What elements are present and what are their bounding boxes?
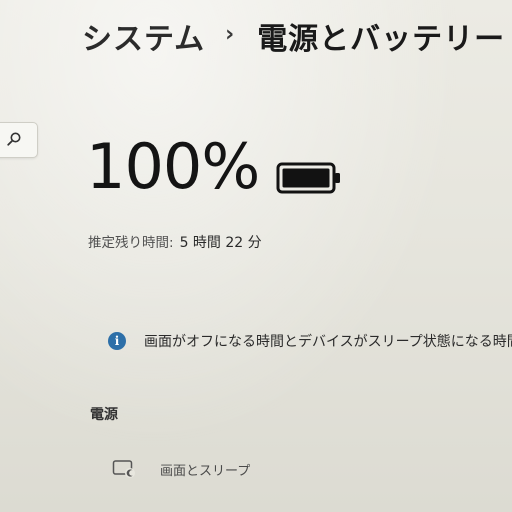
remaining-value: 5 時間 22 分 (179, 235, 262, 251)
screen-and-sleep-setting[interactable]: 画面とスリープ (112, 459, 250, 479)
battery-charge-fill (282, 168, 330, 188)
search-icon (7, 132, 21, 146)
setting-label: 画面とスリープ (160, 463, 251, 479)
info-icon: i (108, 332, 126, 350)
estimated-time-remaining: 推定残り時間: 5 時間 22 分 (88, 231, 262, 252)
info-text: 画面がオフになる時間とデバイスがスリープ状態になる時間 (144, 334, 512, 350)
breadcrumb: システム › 電源とバッテリー (82, 14, 505, 58)
screen-sleep-icon (112, 460, 135, 478)
page-title: 電源とバッテリー (257, 22, 506, 57)
chevron-right-icon: › (225, 21, 236, 47)
screen-sleep-info-banner[interactable]: i 画面がオフになる時間とデバイスがスリープ状態になる時間 (108, 331, 512, 351)
breadcrumb-system-link[interactable]: システム (82, 14, 205, 58)
battery-full-icon (276, 162, 340, 194)
search-input[interactable] (0, 122, 38, 158)
power-section-heading: 電源 (90, 407, 118, 423)
battery-percentage: 100% (86, 130, 260, 203)
remaining-label: 推定残り時間: (88, 235, 174, 251)
